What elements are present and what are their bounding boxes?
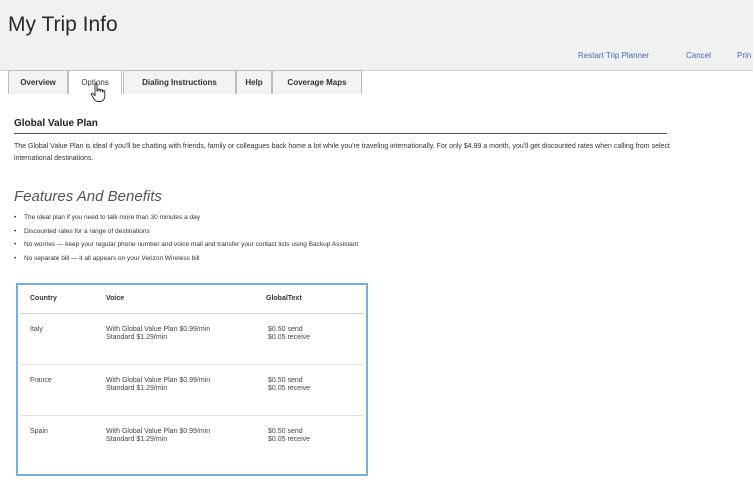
country-cell: Spain xyxy=(30,428,48,435)
country-cell: France xyxy=(30,377,52,384)
country-cell: Italy xyxy=(30,326,43,333)
table-row: Italy With Global Value Plan $0.99/min S… xyxy=(18,314,366,365)
voice-cell: With Global Value Plan $0.99/min Standar… xyxy=(106,377,211,392)
benefits-list: • The ideal plan if you need to talk more… xyxy=(14,211,358,265)
tab-dialing-instructions[interactable]: Dialing Instructions xyxy=(123,70,236,94)
print-link[interactable]: Prin xyxy=(737,51,751,60)
bullet-icon: • xyxy=(14,254,17,262)
table-row: Spain With Global Value Plan $0.99/min S… xyxy=(18,416,366,467)
tab-coverage-maps[interactable]: Coverage Maps xyxy=(272,70,362,94)
list-item: • The ideal plan if you need to talk more… xyxy=(14,211,358,225)
text-rate-cell: $0.50 send $0.05 receive xyxy=(268,377,311,392)
list-item: • Discounted rates for a range of destina… xyxy=(14,225,358,239)
column-header-country: Country xyxy=(30,295,57,302)
cancel-link[interactable]: Cancel xyxy=(686,51,711,60)
column-header-voice: Voice xyxy=(106,295,125,302)
header-band: My Trip Info Restart Trip Planner Cancel… xyxy=(0,0,753,71)
text-rate-cell: $0.50 send $0.05 receive xyxy=(268,428,311,443)
table-row: France With Global Value Plan $0.99/min … xyxy=(18,365,366,416)
voice-cell: With Global Value Plan $0.99/min Standar… xyxy=(106,428,211,443)
hand-pointer-icon xyxy=(90,83,106,102)
list-item: • No separate bill — it all appears on yo… xyxy=(14,252,358,266)
rates-table: Country Voice GlobalText Italy With Glob… xyxy=(16,283,368,476)
header-links: Restart Trip Planner Cancel Prin xyxy=(0,51,753,65)
section-divider xyxy=(14,133,667,134)
text-rate-cell: $0.50 send $0.05 receive xyxy=(268,326,311,341)
plan-title: Global Value Plan xyxy=(14,118,98,129)
plan-description: The Global Value Plan is ideal if you'll… xyxy=(14,143,670,162)
bullet-icon: • xyxy=(14,214,17,221)
features-heading: Features And Benefits xyxy=(14,188,162,205)
restart-trip-planner-link[interactable]: Restart Trip Planner xyxy=(578,51,649,60)
tab-overview[interactable]: Overview xyxy=(8,70,68,94)
page-title: My Trip Info xyxy=(8,13,118,36)
column-header-globaltext: GlobalText xyxy=(266,295,302,302)
list-item: • No worries — keep your regular phone nu… xyxy=(14,238,358,252)
voice-cell: With Global Value Plan $0.99/min Standar… xyxy=(106,326,211,341)
bullet-icon: • xyxy=(14,227,17,235)
bullet-icon: • xyxy=(14,241,17,248)
tab-help[interactable]: Help xyxy=(236,70,272,94)
